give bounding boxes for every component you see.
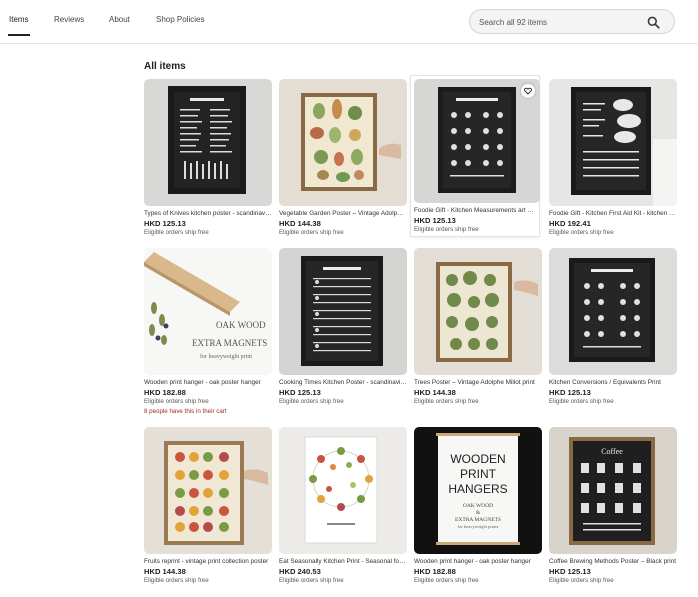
listing-title[interactable]: Coffee Brewing Methods Poster – Black pr… (549, 558, 677, 565)
listing-title[interactable]: Trees Poster – Vintage Adolphe Millot pr… (414, 379, 542, 386)
shipping-note: Eligible orders ship free (414, 398, 479, 405)
listing-image (414, 248, 542, 375)
listing-card[interactable]: Eat Seasonally Kitchen Print - Seasonal … (279, 427, 407, 587)
listing-price: HKD 240.53 (279, 567, 321, 576)
listing-card[interactable]: Coffee Coffee Brewing Methods Poster – B… (549, 427, 677, 587)
shipping-note: Eligible orders ship free (549, 398, 614, 405)
hanger-line-1: OAK WOOD (216, 320, 266, 330)
listing-title[interactable]: Foodie Gift - Kitchen First Aid Kit - ki… (549, 210, 677, 217)
shop-search-box (469, 9, 675, 34)
tab-shop-policies[interactable]: Shop Policies (156, 15, 204, 24)
listing-title[interactable]: Vegetable Garden Poster – Vintage Adolph… (279, 210, 407, 217)
listing-card[interactable]: Fruits reprint - vintage print collectio… (144, 427, 272, 587)
listing-card[interactable]: Cooking Times Kitchen Poster - scandinav… (279, 248, 407, 408)
poster-heading-1: WOODEN (450, 452, 505, 466)
listing-card[interactable]: OAK WOOD EXTRA MAGNETS for heavyweight p… (144, 248, 272, 415)
shipping-note: Eligible orders ship free (549, 577, 614, 584)
tab-items[interactable]: Items (9, 15, 29, 24)
listing-image: OAK WOOD EXTRA MAGNETS for heavyweight p… (144, 248, 272, 375)
search-input[interactable] (479, 15, 639, 29)
tab-about[interactable]: About (109, 15, 130, 24)
listing-price: HKD 144.38 (279, 219, 321, 228)
listing-card[interactable]: Foodie Gift - Kitchen Measurements art p… (410, 75, 540, 237)
tab-reviews[interactable]: Reviews (54, 15, 84, 24)
listing-price: HKD 125.13 (414, 216, 456, 225)
shipping-note: Eligible orders ship free (144, 398, 209, 405)
listing-image (549, 79, 677, 206)
listing-price: HKD 192.41 (549, 219, 591, 228)
listing-image (279, 248, 407, 375)
listing-image (414, 79, 540, 203)
search-icon (647, 16, 660, 29)
shop-nav-bar: Items Reviews About Shop Policies (0, 0, 698, 44)
poster-line-2: & (476, 510, 481, 516)
hanger-line-3: for heavyweight print (200, 353, 252, 360)
listing-title[interactable]: Types of Knives kitchen poster - scandin… (144, 210, 272, 217)
listing-card[interactable]: Vegetable Garden Poster – Vintage Adolph… (279, 79, 407, 239)
favorite-button[interactable] (521, 84, 535, 98)
poster-heading-3: HANGERS (448, 482, 507, 496)
listing-price: HKD 125.13 (279, 388, 321, 397)
listing-title[interactable]: Cooking Times Kitchen Poster - scandinav… (279, 379, 407, 386)
poster-line-1: OAK WOOD (463, 503, 493, 509)
listing-price: HKD 182.88 (144, 388, 186, 397)
hanger-line-2: EXTRA MAGNETS (192, 338, 267, 348)
listing-card[interactable]: Trees Poster – Vintage Adolphe Millot pr… (414, 248, 542, 408)
listing-price: HKD 125.13 (549, 388, 591, 397)
listing-image (144, 427, 272, 554)
search-button[interactable] (647, 16, 660, 29)
listing-image (279, 79, 407, 206)
listing-price: HKD 125.13 (144, 219, 186, 228)
shipping-note: Eligible orders ship free (414, 226, 479, 233)
listing-title[interactable]: Fruits reprint - vintage print collectio… (144, 558, 272, 565)
listing-price: HKD 144.38 (144, 567, 186, 576)
shipping-note: Eligible orders ship free (279, 577, 344, 584)
listing-image: WOODEN PRINT HANGERS OAK WOOD & EXTRA MA… (414, 427, 542, 554)
listing-image (549, 248, 677, 375)
coffee-poster-title: Coffee (601, 447, 623, 456)
shipping-note: Eligible orders ship free (279, 229, 344, 236)
active-tab-indicator (8, 34, 30, 36)
shipping-note: Eligible orders ship free (279, 398, 344, 405)
listing-title[interactable]: Eat Seasonally Kitchen Print - Seasonal … (279, 558, 407, 565)
listing-price: HKD 125.13 (549, 567, 591, 576)
listing-card[interactable]: Kitchen Conversions / Equivalents Print … (549, 248, 677, 408)
poster-heading-2: PRINT (460, 467, 497, 481)
shipping-note: Eligible orders ship free (144, 577, 209, 584)
listing-title[interactable]: Kitchen Conversions / Equivalents Print (549, 379, 677, 386)
listing-card[interactable]: Types of Knives kitchen poster - scandin… (144, 79, 272, 239)
heart-icon (524, 87, 532, 95)
listing-title[interactable]: Wooden print hanger - oak poster hanger (144, 379, 272, 386)
listing-title[interactable]: Wooden print hanger - oak poster hanger (414, 558, 542, 565)
listing-price: HKD 144.38 (414, 388, 456, 397)
poster-line-3: EXTRA MAGNETS (455, 517, 501, 523)
shipping-note: Eligible orders ship free (414, 577, 479, 584)
cart-demand-note: 8 people have this in their cart (144, 408, 227, 415)
listing-card[interactable]: Foodie Gift - Kitchen First Aid Kit - ki… (549, 79, 677, 239)
shipping-note: Eligible orders ship free (549, 229, 614, 236)
listing-image (279, 427, 407, 554)
listing-image (144, 79, 272, 206)
listing-price: HKD 182.88 (414, 567, 456, 576)
shipping-note: Eligible orders ship free (144, 229, 209, 236)
poster-line-4: for heavyweight prints (458, 524, 499, 529)
listing-title[interactable]: Foodie Gift - Kitchen Measurements art p… (414, 207, 536, 214)
listing-image: Coffee (549, 427, 677, 554)
section-title: All items (144, 61, 186, 72)
listing-card[interactable]: WOODEN PRINT HANGERS OAK WOOD & EXTRA MA… (414, 427, 542, 587)
